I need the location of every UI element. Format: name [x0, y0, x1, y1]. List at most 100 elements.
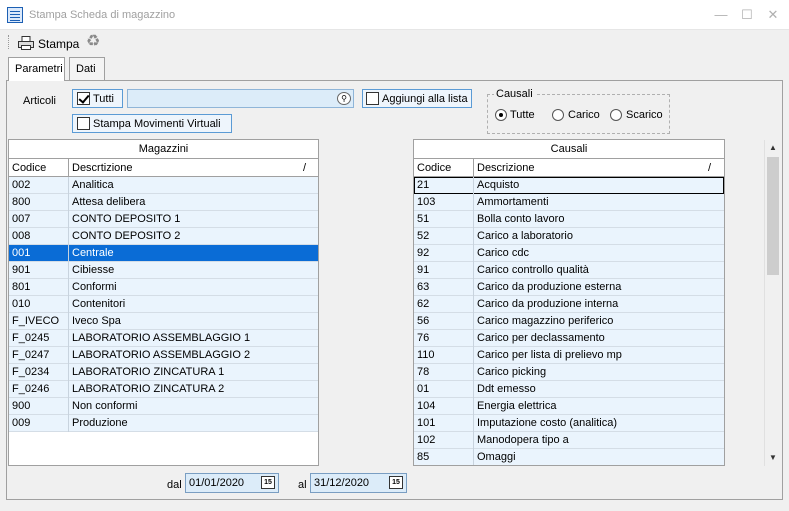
table-row[interactable]: 78 Carico picking: [414, 364, 724, 381]
table-row[interactable]: 56 Carico magazzino periferico: [414, 313, 724, 330]
table-row[interactable]: 85 Omaggi: [414, 449, 724, 465]
tutti-checkbox[interactable]: [77, 92, 90, 105]
table-row[interactable]: F_0247 LABORATORIO ASSEMBLAGGIO 2: [9, 347, 318, 364]
code-cell: 91: [417, 264, 430, 276]
aggiungi-checkbox-frame[interactable]: Aggiungi alla lista: [362, 89, 472, 108]
table-row[interactable]: 801 Conformi: [9, 279, 318, 296]
table-row[interactable]: 62 Carico da produzione interna: [414, 296, 724, 313]
magazzini-col-code[interactable]: Codice: [12, 162, 46, 174]
table-row[interactable]: F_0246 LABORATORIO ZINCATURA 2: [9, 381, 318, 398]
virtuali-checkbox[interactable]: [77, 117, 90, 130]
magazzini-col-desc[interactable]: Descrtizione: [72, 162, 133, 174]
code-cell: 002: [12, 179, 31, 191]
description-cell: Carico controllo qualità: [477, 264, 589, 276]
code-cell: 85: [417, 451, 430, 463]
maximize-button[interactable]: ☐: [734, 4, 760, 26]
lookup-icon[interactable]: ⚲: [337, 92, 351, 105]
causali-grid[interactable]: Causali Codice Descrizione / 21 Acquisto 1…: [413, 139, 725, 466]
radio-carico[interactable]: [552, 109, 564, 121]
table-row[interactable]: 76 Carico per declassamento: [414, 330, 724, 347]
tab-dati[interactable]: Dati: [69, 57, 105, 80]
dal-date-value: 01/01/2020: [189, 477, 245, 489]
tutti-label: Tutti: [93, 93, 114, 105]
dal-date-input[interactable]: 01/01/2020 15: [185, 473, 279, 493]
table-row[interactable]: 63 Carico da produzione esterna: [414, 279, 724, 296]
description-cell: Carico a laboratorio: [477, 230, 573, 242]
code-cell: 800: [12, 196, 31, 208]
causali-col-desc[interactable]: Descrizione: [477, 162, 534, 174]
radio-scarico-label[interactable]: Scarico: [626, 109, 663, 121]
radio-tutte-label[interactable]: Tutte: [510, 109, 535, 121]
code-cell: 92: [417, 247, 430, 259]
description-cell: LABORATORIO ASSEMBLAGGIO 2: [72, 349, 251, 361]
al-label: al: [298, 479, 307, 491]
al-date-input[interactable]: 31/12/2020 15: [310, 473, 407, 493]
scroll-up-icon[interactable]: ▲: [765, 140, 781, 156]
articoli-input[interactable]: ⚲: [127, 89, 354, 108]
code-cell: 110: [417, 349, 435, 361]
close-button[interactable]: ✕: [760, 4, 786, 26]
table-row[interactable]: 52 Carico a laboratorio: [414, 228, 724, 245]
calendar-icon[interactable]: 15: [261, 476, 275, 489]
tutti-checkbox-frame[interactable]: Tutti: [72, 89, 123, 108]
table-row[interactable]: 51 Bolla conto lavoro: [414, 211, 724, 228]
code-cell: 51: [417, 213, 430, 225]
refresh-icon[interactable]: ♻: [86, 34, 100, 50]
printer-icon: [18, 36, 34, 50]
table-row[interactable]: 104 Energia elettrica: [414, 398, 724, 415]
table-row[interactable]: 21 Acquisto: [414, 177, 724, 194]
table-row[interactable]: F_IVECO Iveco Spa: [9, 313, 318, 330]
code-cell: 801: [12, 281, 31, 293]
code-cell: F_0234: [12, 366, 50, 378]
window-title: Stampa Scheda di magazzino: [29, 9, 176, 21]
magazzini-grid[interactable]: Magazzini Codice Descrtizione / 002 Anali…: [8, 139, 319, 466]
tab-parametri[interactable]: Parametri: [8, 57, 65, 81]
table-row[interactable]: 008 CONTO DEPOSITO 2: [9, 228, 318, 245]
table-row[interactable]: F_0245 LABORATORIO ASSEMBLAGGIO 1: [9, 330, 318, 347]
table-row[interactable]: 800 Attesa delibera: [9, 194, 318, 211]
radio-carico-label[interactable]: Carico: [568, 109, 600, 121]
code-cell: 76: [417, 332, 430, 344]
virtuali-checkbox-frame[interactable]: Stampa Movimenti Virtuali: [72, 114, 232, 133]
description-cell: Carico da produzione esterna: [477, 281, 622, 293]
print-label: Stampa: [38, 37, 80, 51]
table-row[interactable]: 103 Ammortamenti: [414, 194, 724, 211]
table-row[interactable]: 009 Produzione: [9, 415, 318, 432]
scroll-thumb[interactable]: [767, 157, 779, 275]
causali-scrollbar[interactable]: ▲ ▼: [764, 140, 780, 466]
table-row[interactable]: 01 Ddt emesso: [414, 381, 724, 398]
aggiungi-checkbox[interactable]: [366, 92, 379, 105]
minimize-button[interactable]: —: [708, 4, 734, 26]
description-cell: Attesa delibera: [72, 196, 146, 208]
table-row[interactable]: F_0234 LABORATORIO ZINCATURA 1: [9, 364, 318, 381]
title-bar: Stampa Scheda di magazzino — ☐ ✕: [0, 0, 789, 30]
code-cell: 102: [417, 434, 436, 446]
table-row[interactable]: 92 Carico cdc: [414, 245, 724, 262]
description-cell: Ammortamenti: [477, 196, 549, 208]
description-cell: Contenitori: [72, 298, 126, 310]
description-cell: Carico magazzino periferico: [477, 315, 614, 327]
causali-col-code[interactable]: Codice: [417, 162, 451, 174]
radio-tutte[interactable]: [495, 109, 507, 121]
table-row[interactable]: 101 Imputazione costo (analitica): [414, 415, 724, 432]
description-cell: Centrale: [72, 247, 114, 259]
description-cell: Carico per declassamento: [477, 332, 605, 344]
description-cell: Carico cdc: [477, 247, 529, 259]
table-row[interactable]: 901 Cibiesse: [9, 262, 318, 279]
description-cell: Bolla conto lavoro: [477, 213, 565, 225]
calendar-icon[interactable]: 15: [389, 476, 403, 489]
table-row[interactable]: 010 Contenitori: [9, 296, 318, 313]
table-row[interactable]: 007 CONTO DEPOSITO 1: [9, 211, 318, 228]
table-row[interactable]: 900 Non conformi: [9, 398, 318, 415]
table-row[interactable]: 102 Manodopera tipo a: [414, 432, 724, 449]
radio-scarico[interactable]: [610, 109, 622, 121]
aggiungi-label: Aggiungi alla lista: [382, 93, 468, 105]
scroll-down-icon[interactable]: ▼: [765, 450, 781, 466]
table-row[interactable]: 110 Carico per lista di prelievo mp: [414, 347, 724, 364]
table-row[interactable]: 002 Analitica: [9, 177, 318, 194]
description-cell: Imputazione costo (analitica): [477, 417, 618, 429]
table-row[interactable]: 91 Carico controllo qualità: [414, 262, 724, 279]
table-row[interactable]: 001 Centrale: [9, 245, 318, 262]
code-cell: 62: [417, 298, 430, 310]
code-cell: 007: [12, 213, 31, 225]
